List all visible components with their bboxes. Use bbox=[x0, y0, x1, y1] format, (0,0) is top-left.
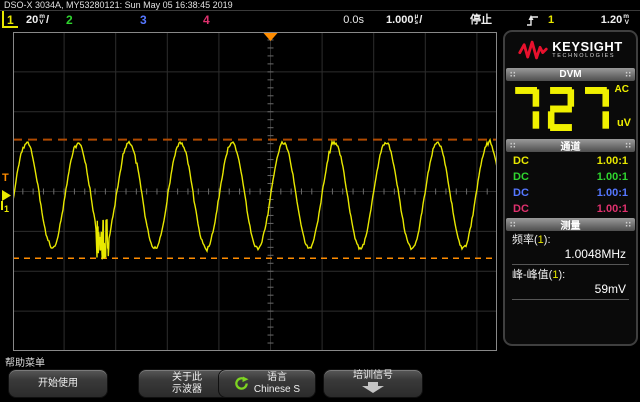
down-arrow-icon bbox=[360, 382, 386, 397]
grip-icon: ∷ bbox=[510, 69, 516, 79]
cycle-icon bbox=[234, 376, 249, 391]
softkey-training-signals[interactable]: 培训信号 bbox=[323, 369, 423, 398]
probe-ratio: 1.00:1 bbox=[596, 203, 628, 215]
mv-unit-stack: mV bbox=[623, 13, 629, 27]
channel-2-indicator[interactable]: 2 bbox=[66, 11, 73, 29]
coupling: DC bbox=[513, 155, 529, 167]
trigger-source[interactable]: 1 bbox=[548, 11, 554, 29]
channel-settings-list: DC 1.00:1 DC 1.00:1 DC 1.00:1 DC 1.00:1 bbox=[505, 152, 636, 218]
channel-1-ground-marker[interactable]: 1 bbox=[0, 186, 13, 219]
softkey-getting-started[interactable]: 开始使用 bbox=[8, 369, 108, 398]
brand-subtitle: TECHNOLOGIES bbox=[552, 53, 616, 59]
measurements-list: 频率(1): 1.0048MHz 峰-峰值(1): 59mV bbox=[505, 231, 636, 300]
channel-4-row: DC 1.00:1 bbox=[505, 201, 636, 217]
dvm-seven-segment-value bbox=[513, 87, 609, 136]
channel-1-number: 1 bbox=[7, 13, 14, 27]
divider bbox=[512, 299, 629, 300]
channel-1-indicator[interactable]: 1 bbox=[2, 11, 18, 29]
trigger-level-marker[interactable]: T bbox=[2, 172, 9, 184]
dvm-header[interactable]: ∷ DVM ∷ bbox=[506, 68, 635, 81]
measurement-frequency-value: 1.0048MHz bbox=[564, 247, 626, 261]
brand-name: KEYSIGHT bbox=[552, 39, 623, 54]
waveform-display[interactable] bbox=[12, 31, 498, 351]
grip-icon: ∷ bbox=[510, 140, 516, 150]
dvm-unit: uV bbox=[616, 117, 631, 129]
coupling: DC bbox=[513, 171, 529, 183]
us-unit-stack: µs bbox=[414, 13, 419, 27]
measurement-pkpk-value: 59mV bbox=[594, 282, 626, 296]
grip-icon: ∷ bbox=[625, 69, 631, 79]
measurements-header[interactable]: ∷ 测量 ∷ bbox=[506, 218, 635, 232]
channel-2-row: DC 1.00:1 bbox=[505, 169, 636, 185]
run-state-indicator[interactable]: 停止 bbox=[470, 11, 492, 29]
ground-marker-label: 1 bbox=[4, 204, 9, 214]
softkey-language[interactable]: 语言 Chinese S bbox=[218, 369, 316, 398]
coupling: DC bbox=[513, 187, 529, 199]
measurement-pkpk-label: 峰-峰值(1): bbox=[512, 269, 566, 281]
keysight-spark-icon bbox=[518, 40, 548, 60]
channels-header[interactable]: ∷ 通道 ∷ bbox=[506, 139, 635, 153]
instrument-title: DSO-X 3034A, MY53280121: Sun May 05 16:3… bbox=[0, 0, 640, 11]
horizontal-delay-readout[interactable]: 0.0s bbox=[318, 11, 364, 29]
sidebar-panel: KEYSIGHT TECHNOLOGIES ∷ DVM ∷ AC uV ∷ 通道… bbox=[503, 30, 638, 346]
divider bbox=[512, 264, 629, 265]
grip-icon: ∷ bbox=[625, 219, 631, 229]
measurement-frequency-label: 频率(1): bbox=[512, 234, 551, 246]
dvm-display: AC uV bbox=[505, 81, 636, 139]
status-bar: 1 20 m V/ 2 3 4 0.0s 1.000 µ s / 停止 1 1.20 m V bbox=[0, 11, 640, 30]
oscilloscope-screen: DSO-X 3034A, MY53280121: Sun May 05 16:3… bbox=[0, 0, 640, 402]
timebase-readout[interactable]: 1.000 µ s / bbox=[386, 11, 422, 29]
channel-1-row: DC 1.00:1 bbox=[505, 153, 636, 169]
channel-1-scale[interactable]: 20 m V / bbox=[26, 11, 49, 29]
coupling: DC bbox=[513, 203, 529, 215]
channel-3-indicator[interactable]: 3 bbox=[140, 11, 147, 29]
mv-unit-stack: mV bbox=[39, 13, 46, 27]
channel-4-indicator[interactable]: 4 bbox=[203, 11, 210, 29]
grip-icon: ∷ bbox=[510, 219, 516, 229]
waveform-plot bbox=[12, 31, 498, 351]
dvm-mode: AC bbox=[614, 84, 629, 95]
probe-ratio: 1.00:1 bbox=[596, 155, 628, 167]
softkey-menu-title: 帮助菜单 bbox=[5, 358, 45, 369]
probe-ratio: 1.00:1 bbox=[596, 171, 628, 183]
channel-3-row: DC 1.00:1 bbox=[505, 185, 636, 201]
trigger-level-readout[interactable]: 1.20 m V bbox=[572, 11, 630, 29]
grip-icon: ∷ bbox=[625, 140, 631, 150]
probe-ratio: 1.00:1 bbox=[596, 187, 628, 199]
keysight-logo: KEYSIGHT TECHNOLOGIES bbox=[505, 32, 636, 68]
